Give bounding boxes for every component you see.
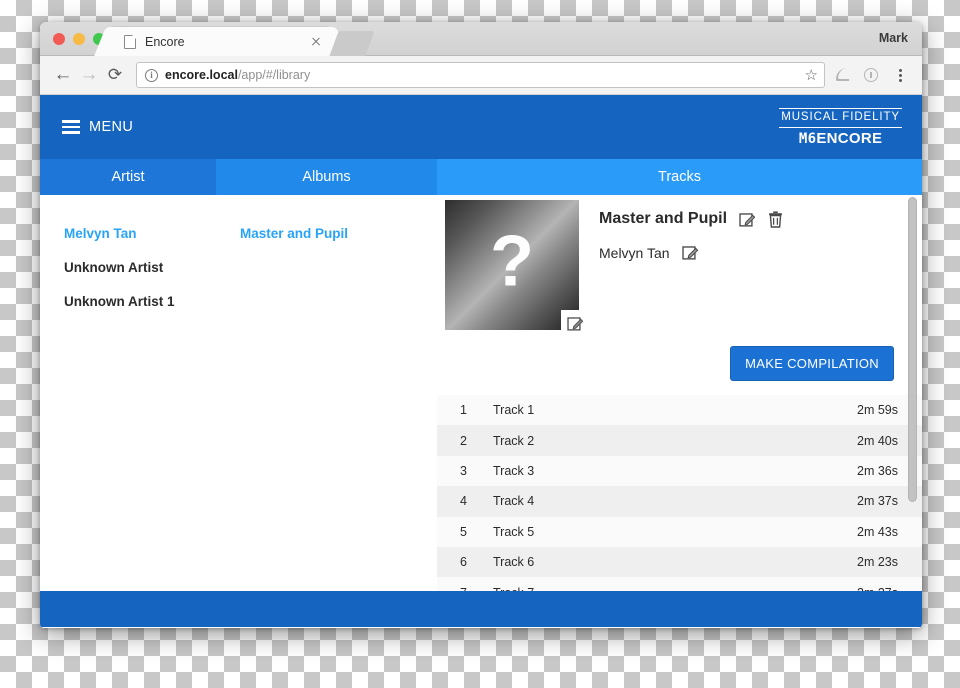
table-row[interactable]: 2 Track 2 2m 40s	[437, 425, 922, 456]
app-tab-bar: Artist Albums Tracks	[40, 159, 922, 195]
window-traffic-lights	[53, 33, 105, 45]
edit-icon	[739, 212, 756, 227]
artwork-question-mark: ?	[490, 221, 534, 302]
track-number: 4	[460, 494, 467, 509]
table-row[interactable]: 3 Track 3 2m 36s	[437, 455, 922, 487]
edit-album-title-icon[interactable]	[739, 211, 756, 228]
edit-album-artist-icon[interactable]	[681, 244, 699, 261]
browser-tab[interactable]: Encore	[110, 27, 332, 56]
browser-toolbar: ← → ⟳ i encore.local/app/#/library ☆	[40, 56, 922, 95]
document-icon	[124, 34, 136, 49]
tab-artist[interactable]: Artist	[40, 159, 216, 195]
track-title: Track 6	[493, 555, 535, 570]
edit-icon	[566, 316, 583, 331]
track-duration: 2m 36s	[857, 463, 898, 478]
url-path: /app/#/library	[237, 68, 311, 82]
album-column: Master and Pupil	[216, 195, 437, 591]
table-row[interactable]: 1 Track 1 2m 59s	[437, 395, 922, 426]
browser-tab-title: Encore	[145, 34, 185, 49]
track-number: 7	[437, 586, 467, 591]
artist-list-item[interactable]: Unknown Artist	[64, 251, 216, 285]
three-dot-menu-icon[interactable]	[888, 63, 912, 87]
brand-logo-m6: M6	[798, 130, 817, 147]
album-artwork-placeholder[interactable]: ?	[445, 200, 579, 330]
track-list: 1 Track 1 2m 59s 2 Track 2 2m 40s 3 Trac…	[437, 395, 922, 591]
close-icon[interactable]	[308, 34, 324, 50]
track-duration: 2m 40s	[857, 433, 898, 448]
delete-album-icon[interactable]	[768, 210, 783, 228]
album-title: Master and Pupil	[599, 210, 728, 227]
artist-list-item[interactable]: Melvyn Tan	[64, 217, 216, 251]
tab-albums[interactable]: Albums	[216, 159, 437, 195]
album-title-row: Master and Pupil	[599, 210, 783, 228]
track-number: 2	[460, 433, 467, 448]
album-detail-header: ? Master and Pupil Melvyn Tan	[437, 195, 922, 336]
browser-profile-name[interactable]: Mark	[879, 31, 908, 45]
album-artist-name: Melvyn Tan	[599, 244, 670, 261]
track-duration: 2m 59s	[857, 403, 898, 418]
track-duration: 2m 27s	[857, 586, 898, 591]
artist-list-item[interactable]: Unknown Artist 1	[64, 285, 216, 319]
address-bar[interactable]: i encore.local/app/#/library ☆	[136, 62, 825, 88]
forward-button[interactable]: →	[76, 62, 102, 88]
album-actions: MAKE COMPILATION	[437, 330, 922, 381]
track-title: Track 3	[493, 463, 535, 478]
album-meta: Master and Pupil Melvyn Tan	[579, 200, 783, 330]
track-number: 3	[460, 463, 467, 478]
address-bar-url: encore.local/app/#/library	[165, 68, 799, 82]
rss-icon[interactable]	[830, 63, 854, 87]
track-title: Track 1	[493, 403, 535, 418]
track-title: Track 5	[493, 524, 535, 539]
scrollbar-thumb[interactable]	[908, 197, 917, 502]
album-detail-panel: ? Master and Pupil Melvyn Tan MAKE COMPI…	[437, 195, 922, 591]
track-title: Track 4	[493, 494, 535, 509]
brand-logo: MUSICAL FIDELITY M6ENCORE	[779, 108, 902, 146]
brand-logo-top: MUSICAL FIDELITY	[779, 108, 902, 128]
menu-button-label: MENU	[89, 119, 134, 135]
track-number: 6	[460, 555, 467, 570]
brand-logo-name: ENCORE	[816, 129, 883, 147]
back-button[interactable]: ←	[50, 62, 76, 88]
browser-window: Encore Mark ← → ⟳ i encore.local/app/#/l…	[40, 22, 922, 628]
track-duration: 2m 43s	[857, 524, 898, 539]
table-row[interactable]: 7 Track 7 2m 27s	[437, 577, 922, 591]
brand-logo-bottom: M6ENCORE	[779, 128, 902, 146]
table-row[interactable]: 4 Track 4 2m 37s	[437, 486, 922, 517]
track-title: Track 2	[493, 433, 535, 448]
menu-button[interactable]: MENU	[62, 119, 133, 135]
artist-column: Melvyn Tan Unknown Artist Unknown Artist…	[40, 195, 216, 591]
edit-artwork-icon[interactable]	[561, 310, 589, 336]
track-number: 1	[460, 403, 467, 418]
album-artwork-wrapper: ?	[445, 200, 589, 336]
library-content: Melvyn Tan Unknown Artist Unknown Artist…	[40, 195, 922, 591]
tab-tracks[interactable]: Tracks	[437, 159, 922, 195]
minimize-window-button[interactable]	[73, 33, 85, 45]
close-window-button[interactable]	[53, 33, 65, 45]
album-artist-row: Melvyn Tan	[599, 244, 783, 261]
url-host: encore.local	[165, 68, 238, 82]
app-footer	[40, 591, 922, 627]
browser-tab-strip: Encore Mark	[40, 22, 922, 56]
table-row[interactable]: 5 Track 5 2m 43s	[437, 516, 922, 547]
edit-icon	[681, 246, 698, 260]
trash-icon	[769, 210, 782, 228]
album-list-item[interactable]: Master and Pupil	[240, 217, 437, 251]
circle-info-icon[interactable]	[859, 63, 883, 87]
track-title: Track 7	[467, 586, 857, 591]
track-duration: 2m 37s	[857, 494, 898, 509]
make-compilation-button[interactable]: MAKE COMPILATION	[730, 346, 894, 381]
new-tab-button[interactable]	[329, 31, 375, 56]
app-header: MENU MUSICAL FIDELITY M6ENCORE	[40, 95, 922, 159]
vertical-scrollbar[interactable]	[906, 195, 919, 591]
info-icon[interactable]: i	[145, 68, 158, 82]
track-duration: 2m 23s	[857, 555, 898, 570]
track-number: 5	[460, 524, 467, 539]
reload-button[interactable]: ⟳	[102, 62, 128, 88]
web-app-viewport: MENU MUSICAL FIDELITY M6ENCORE Artist Al…	[40, 95, 922, 627]
hamburger-icon	[62, 120, 80, 134]
bookmark-star-icon[interactable]: ☆	[805, 66, 818, 84]
table-row[interactable]: 6 Track 6 2m 23s	[437, 546, 922, 578]
